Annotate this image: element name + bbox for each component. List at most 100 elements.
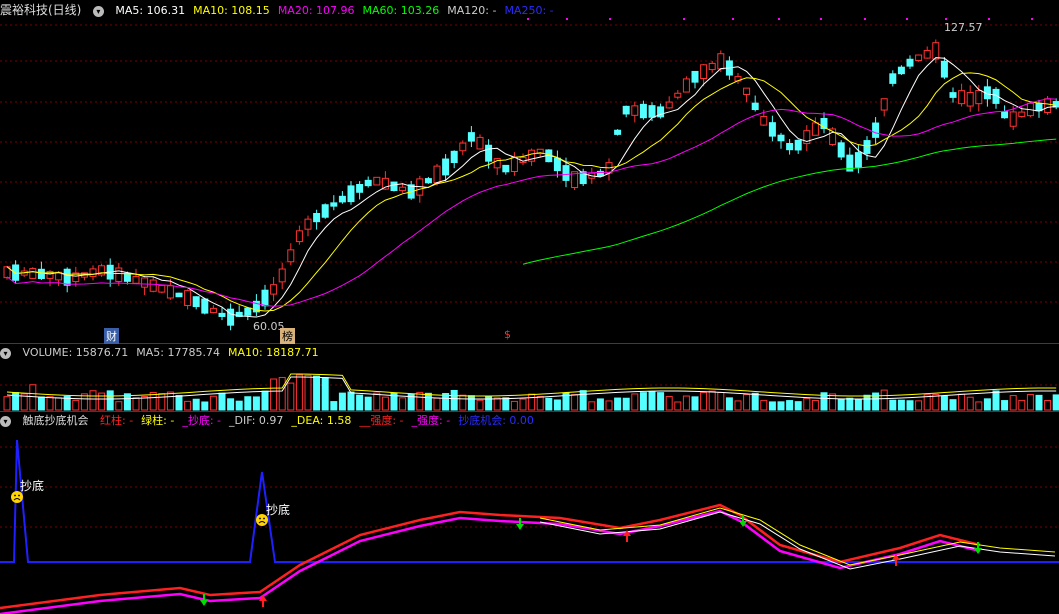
volume-bar: [424, 392, 432, 411]
candle-body: [12, 264, 20, 281]
candle-body: [906, 58, 914, 67]
high-price-label: 127.57: [944, 21, 983, 34]
ma5-line: [6, 57, 1057, 318]
ranking-marker[interactable]: 榜: [280, 328, 295, 344]
signal-dot: [864, 18, 866, 20]
bottom-signal-label: 抄底: [20, 479, 45, 493]
candle-body: [648, 105, 656, 118]
volume-bar: [493, 397, 501, 411]
candle-body: [356, 183, 364, 193]
candle-body: [278, 268, 286, 283]
candle-body: [459, 142, 467, 152]
candle-body: [227, 308, 235, 326]
volume-bar: [708, 390, 716, 411]
volume-bar: [381, 396, 389, 411]
volume-bar: [278, 376, 286, 411]
candle-body: [854, 152, 862, 168]
volume-bar: [502, 397, 510, 411]
candle-body: [777, 134, 785, 142]
candle-body: [1035, 102, 1043, 112]
volume-bar: [648, 391, 656, 411]
dif-line: [539, 511, 1056, 570]
volume-bar: [295, 374, 303, 411]
dollar-marker[interactable]: $: [504, 328, 511, 341]
volume-bar: [639, 392, 647, 411]
candle-body: [614, 129, 622, 135]
volume-bar: [725, 397, 733, 411]
candle-body: [287, 249, 295, 263]
candle-body: [897, 66, 905, 75]
volume-bar: [132, 397, 140, 411]
signal-dot: [732, 18, 734, 20]
volume-bar: [691, 396, 699, 411]
volume-bar: [605, 400, 613, 411]
volume-bar: [166, 391, 174, 411]
candle-body: [674, 92, 682, 98]
candle-body: [510, 156, 518, 173]
candle-body: [700, 64, 708, 80]
volume-bar: [244, 396, 252, 411]
volume-bar: [338, 392, 346, 411]
candle-body: [562, 165, 570, 181]
candle-body: [399, 186, 407, 192]
volume-bar: [588, 401, 596, 411]
candle-body: [141, 277, 149, 288]
candle-body: [218, 312, 226, 317]
volume-bar: [1009, 395, 1017, 411]
volume-bar: [674, 401, 682, 411]
volume-bar: [184, 400, 192, 411]
candle-body: [760, 116, 768, 126]
candle-body: [115, 267, 123, 282]
candle-body: [622, 105, 630, 115]
volume-bar: [1001, 400, 1009, 411]
volume-bar: [975, 401, 983, 411]
ma10-line: [6, 72, 1057, 312]
volume-bar: [304, 374, 312, 411]
volume-bar: [958, 393, 966, 411]
candle-body: [433, 165, 441, 184]
volume-bar: [1026, 394, 1034, 411]
candle-body: [940, 60, 948, 78]
volume-bar: [829, 393, 837, 411]
sad-face-icon: [18, 494, 20, 497]
stock-chart[interactable]: [0, 0, 1059, 614]
signal-dot: [778, 18, 780, 20]
candle-body: [717, 53, 725, 70]
sad-face-icon: [259, 517, 261, 520]
volume-bar: [442, 393, 450, 411]
volume-bar: [717, 392, 725, 411]
candle-body: [631, 105, 639, 116]
volume-bar: [932, 393, 940, 411]
candle-body: [63, 268, 71, 286]
candle-body: [424, 178, 432, 184]
candle-body: [665, 101, 673, 109]
volume-bar: [3, 396, 11, 411]
candle-body: [691, 70, 699, 83]
signal-dot: [527, 18, 529, 20]
volume-bar: [330, 401, 338, 411]
candle-body: [682, 78, 690, 93]
volume-bar: [37, 396, 45, 411]
candle-body: [467, 132, 475, 142]
volume-bar: [614, 397, 622, 411]
financial-marker[interactable]: 财: [104, 328, 119, 344]
volume-bar: [1052, 394, 1059, 411]
volume-bar: [467, 395, 475, 411]
candle-body: [338, 195, 346, 203]
candle-body: [743, 87, 751, 95]
volume-bar: [631, 393, 639, 411]
sad-face-icon: [14, 494, 16, 497]
candle-body: [89, 268, 97, 277]
volume-bar: [476, 399, 484, 411]
volume-bar: [115, 401, 123, 411]
volume-bar: [940, 395, 948, 411]
volume-bar: [123, 393, 131, 411]
volume-bar: [768, 401, 776, 411]
candle-body: [330, 202, 338, 207]
volume-bar: [364, 396, 372, 411]
candle-body: [450, 150, 458, 164]
volume-bar: [46, 396, 54, 411]
volume-bar: [89, 390, 97, 411]
candle-body: [295, 230, 303, 243]
volume-bar: [416, 391, 424, 411]
